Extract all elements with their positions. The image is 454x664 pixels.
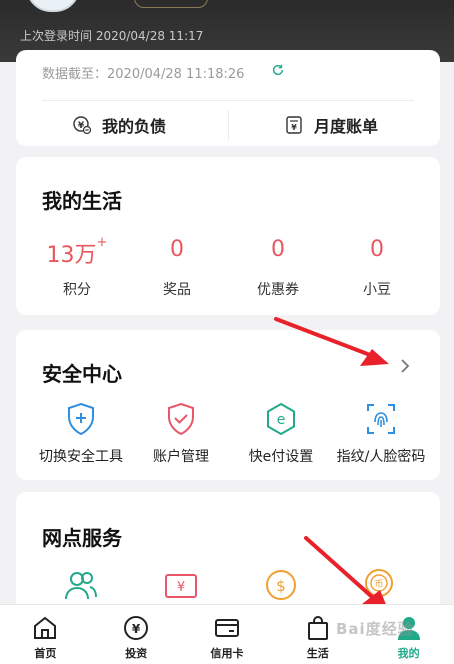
svg-text:¥: ¥ [132,622,141,636]
monthly-bill-button[interactable]: ¥ 月度账单 [284,105,378,145]
tool-label: 指纹/人脸密码 [336,449,426,465]
header-button[interactable] [134,0,208,8]
account-management[interactable]: 账户管理 [128,402,234,466]
tab-mine[interactable]: 我的 [363,605,454,664]
stat-label: 小豆 [363,282,391,298]
svg-text:e: e [277,412,286,428]
stat-value: 0 [170,237,184,262]
switch-security-tool[interactable]: 切换安全工具 [28,402,134,466]
last-login-time: 上次登录时间 2020/04/28 11:17 [20,29,204,43]
data-timestamp: 数据截至：2020/04/28 11:18:26 [42,67,245,82]
stat-prizes[interactable]: 0 奖品 [132,237,222,299]
stat-coupons[interactable]: 0 优惠券 [233,237,323,299]
fingerprint-face-password[interactable]: 指纹/人脸密码 [328,402,434,466]
svg-text:$: $ [276,577,286,595]
shield-plus-icon [68,402,94,436]
avatar[interactable] [26,0,80,12]
tab-label: 信用卡 [210,647,244,660]
tool-label: 账户管理 [153,449,209,465]
svg-text:币: 币 [374,579,383,590]
tab-label: 我的 [397,647,420,660]
tool-label: 快e付设置 [248,449,314,465]
shield-check-icon [168,402,194,436]
tab-label: 生活 [306,647,329,660]
my-life-title: 我的生活 [42,189,122,213]
hexagon-e-icon: e [267,402,295,436]
branch-services-title: 网点服务 [42,526,122,550]
bottom-tab-bar: 首页 ¥ 投资 信用卡 生活 我的 [0,604,454,664]
tab-invest[interactable]: ¥ 投资 [91,605,182,664]
stat-value: 13万+ [46,235,108,268]
yuan-circle-icon: ¥ [124,616,149,640]
people-icon[interactable] [64,568,98,602]
security-center-title: 安全中心 [42,362,122,386]
tab-credit-card[interactable]: 信用卡 [182,605,273,664]
stat-label: 优惠券 [257,282,299,298]
asset-summary-card: 数据截至：2020/04/28 11:18:26 ¥ 我的负债 ¥ 月度账单 [16,50,440,146]
stat-value: 0 [271,237,285,262]
stat-points[interactable]: 13万+ 积分 [32,235,122,299]
coin-stack-icon[interactable]: 币 [362,568,396,602]
svg-text:¥: ¥ [177,580,185,595]
credit-card-icon [214,619,239,637]
dollar-coin-icon[interactable]: $ [264,568,298,602]
person-icon [397,617,420,640]
tab-life[interactable]: 生活 [272,605,363,664]
monthly-bill-label: 月度账单 [314,117,379,136]
svg-text:¥: ¥ [291,123,297,132]
home-icon [34,616,57,639]
fingerprint-icon [367,404,395,434]
security-center-card: 安全中心 切换安全工具 账户管理 e 快e付设置 指纹/人脸密码 [16,330,440,480]
quick-pay-settings[interactable]: e 快e付设置 [228,402,334,466]
my-debt-button[interactable]: ¥ 我的负债 [72,105,166,145]
my-life-card: 我的生活 13万+ 积分 0 奖品 0 优惠券 0 小豆 [16,157,440,315]
debt-coin-icon: ¥ [73,116,92,135]
stat-label: 奖品 [163,282,191,298]
bill-icon: ¥ [286,116,302,134]
tool-label: 切换安全工具 [39,449,123,465]
shopping-bag-icon [307,616,328,640]
stat-beans[interactable]: 0 小豆 [332,237,422,299]
tab-label: 投资 [125,647,148,660]
refresh-icon[interactable] [271,63,285,77]
tab-home[interactable]: 首页 [0,605,91,664]
my-debt-label: 我的负债 [102,117,167,136]
chevron-right-icon[interactable] [398,357,412,375]
stat-value: 0 [370,237,384,262]
stat-label: 积分 [63,282,91,298]
yuan-card-icon[interactable]: ¥ [164,568,198,602]
divider [42,100,414,101]
divider [228,110,229,140]
tab-label: 首页 [34,647,57,660]
